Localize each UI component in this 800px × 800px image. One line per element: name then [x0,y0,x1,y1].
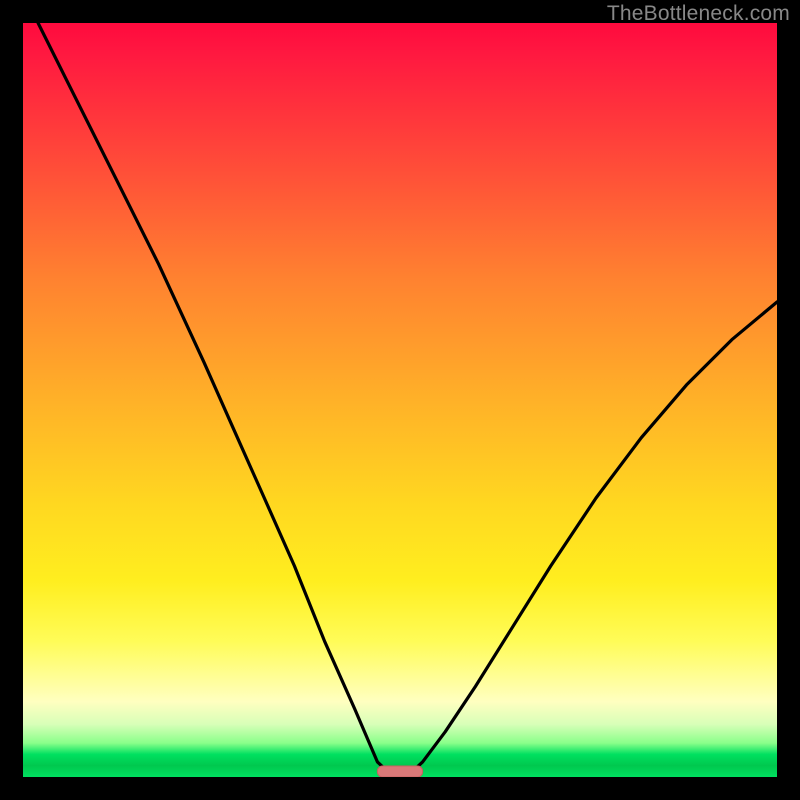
bottleneck-curve-left [38,23,400,777]
plot-area [23,23,777,777]
bottleneck-curve-right [400,302,777,777]
chart-frame: TheBottleneck.com [0,0,800,800]
curve-layer [23,23,777,777]
optimal-point-marker [377,766,422,777]
watermark-text: TheBottleneck.com [607,2,790,26]
